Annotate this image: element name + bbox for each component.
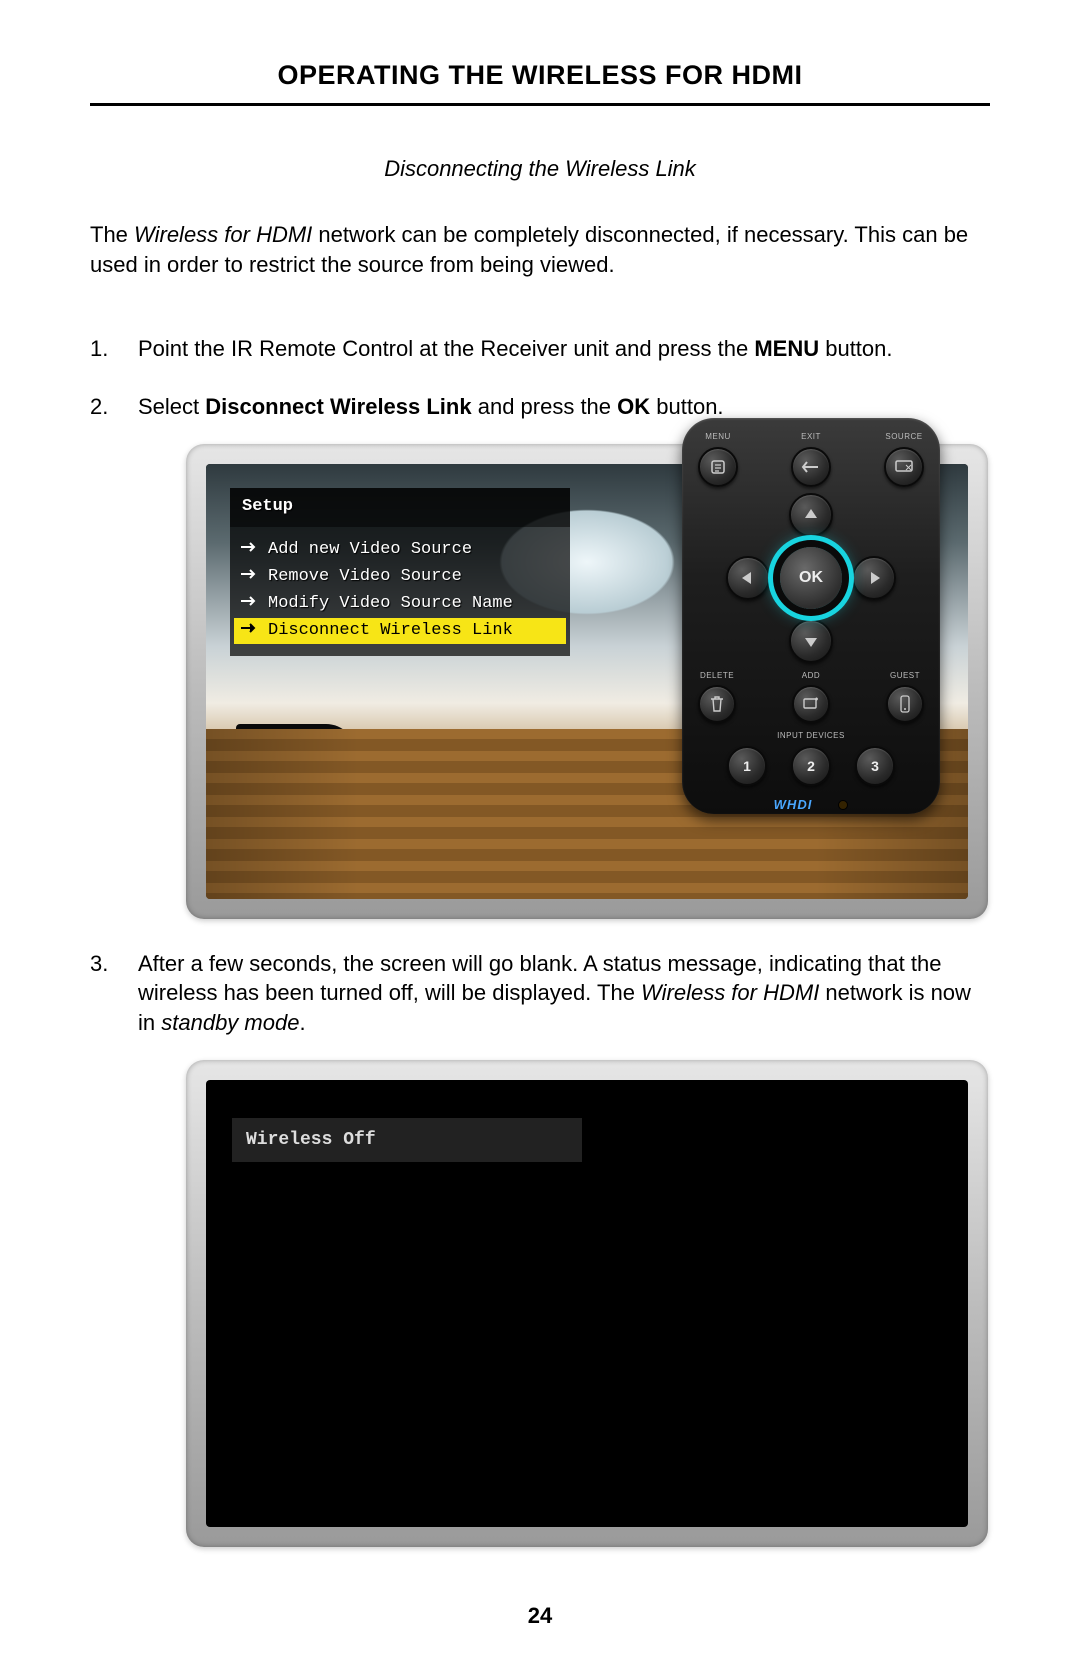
arrow-right-icon [240,566,262,589]
guest-button[interactable] [886,685,924,723]
tv-screen-2: Wireless Off [206,1080,968,1527]
remote-exit-group: EXIT [791,432,831,487]
source-label: SOURCE [884,432,924,443]
page-number: 24 [0,1603,1080,1629]
step-2-mid: and press the [472,394,618,419]
osd-item-remove[interactable]: Remove Video Source [238,564,562,591]
remote-mid-row: DELETE ADD GUEST [698,671,924,724]
intro-paragraph: The Wireless for HDMI network can be com… [90,220,990,279]
step-1-menu-bold: MENU [754,336,819,361]
input-devices-label: INPUT DEVICES [698,731,924,742]
exit-label: EXIT [791,432,831,443]
dpad: OK [726,493,896,663]
step-1: Point the IR Remote Control at the Recei… [90,334,990,364]
input-1-button[interactable]: 1 [727,746,767,786]
steps-list: Point the IR Remote Control at the Recei… [90,334,990,1546]
tv-frame-2: Wireless Off [186,1060,988,1547]
input-3-button[interactable]: 3 [855,746,895,786]
figure-1-wrap: Setup Add new Video Source Remove Video … [186,444,990,919]
menu-icon [708,457,728,477]
osd-item-add[interactable]: Add new Video Source [238,537,562,564]
dpad-up[interactable] [789,493,833,537]
source-icon [894,459,914,475]
intro-pre: The [90,222,134,247]
step-2-ok-bold: OK [617,394,650,419]
step-2-pre: Select [138,394,205,419]
remote-add-group: ADD [792,671,830,724]
step-3: After a few seconds, the screen will go … [90,949,990,1547]
step-2-disconnect-bold: Disconnect Wireless Link [205,394,471,419]
osd-item-modify[interactable]: Modify Video Source Name [238,591,562,618]
step-1-pre: Point the IR Remote Control at the Recei… [138,336,754,361]
section-subtitle: Disconnecting the Wireless Link [90,156,990,182]
add-button[interactable] [792,685,830,723]
add-source-icon [802,696,820,712]
arrow-right-icon [865,569,883,587]
ok-button[interactable]: OK [780,547,842,609]
osd-title: Setup [230,488,570,527]
osd-body: Add new Video Source Remove Video Source… [230,527,570,657]
trash-icon [709,695,725,713]
step-3-product: Wireless for HDMI [641,980,819,1005]
remote-top-row: MENU EXIT SOURCE [698,432,924,487]
guest-icon [899,695,911,713]
osd-item-label: Remove Video Source [268,566,462,589]
osd-item-disconnect-selected[interactable]: Disconnect Wireless Link [234,618,566,645]
back-arrow-icon [800,459,822,475]
step-2-post: button. [650,394,723,419]
menu-button[interactable] [698,447,738,487]
intro-product-name: Wireless for HDMI [134,222,312,247]
arrow-down-icon [802,632,820,650]
arrow-left-icon [739,569,757,587]
arrow-up-icon [802,506,820,524]
osd-setup-menu: Setup Add new Video Source Remove Video … [230,488,570,657]
figure-2-wrap: Wireless Off [186,1060,990,1547]
remote-guest-group: GUEST [886,671,924,724]
step-3-mode: standby mode [161,1010,299,1035]
arrow-right-icon [240,539,262,562]
arrow-right-icon [240,593,262,616]
menu-label: MENU [698,432,738,443]
remote-delete-group: DELETE [698,671,736,724]
dpad-down[interactable] [789,619,833,663]
page-title: OPERATING THE WIRELESS FOR HDMI [90,60,990,103]
arrow-right-icon [240,620,262,643]
add-label: ADD [792,671,830,682]
dpad-left[interactable] [726,556,770,600]
remote-source-group: SOURCE [884,432,924,487]
remote-num-row: 1 2 3 [698,746,924,786]
ir-remote: MENU EXIT SOURCE [682,418,940,814]
step-2: Select Disconnect Wireless Link and pres… [90,392,990,919]
title-rule [90,103,990,106]
dpad-right[interactable] [852,556,896,600]
remote-brand-row: WHDI [698,796,924,814]
input-2-button[interactable]: 2 [791,746,831,786]
step-1-post: button. [819,336,892,361]
guest-label: GUEST [886,671,924,682]
exit-button[interactable] [791,447,831,487]
source-button[interactable] [884,447,924,487]
remote-led [838,800,848,810]
osd-wireless-off: Wireless Off [232,1118,582,1162]
osd-item-label: Modify Video Source Name [268,593,513,616]
remote-menu-group: MENU [698,432,738,487]
delete-button[interactable] [698,685,736,723]
osd-item-label: Disconnect Wireless Link [268,620,513,643]
delete-label: DELETE [698,671,736,682]
step-3-post: . [299,1010,305,1035]
osd-item-label: Add new Video Source [268,539,472,562]
remote-brand: WHDI [774,796,813,814]
